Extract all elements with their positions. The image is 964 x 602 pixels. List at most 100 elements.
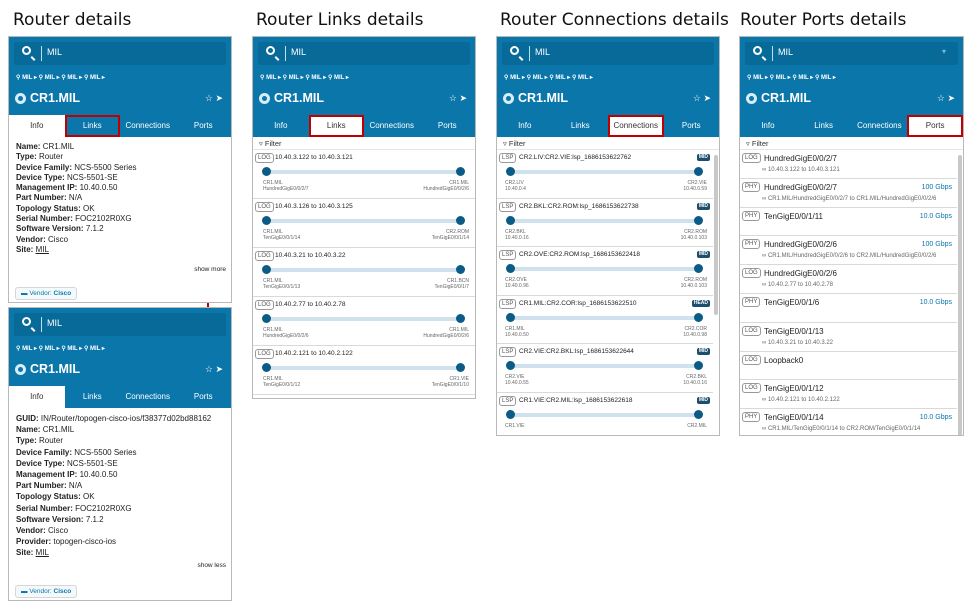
filter-bar[interactable]: ▿ Filter <box>740 137 963 150</box>
connection-card[interactable]: LSP CR2.VIE:CR2.BKL:lsp_1686153622644 MID C… <box>497 344 713 393</box>
scrollbar[interactable] <box>958 155 962 435</box>
breadcrumb[interactable]: ⚲ MIL ▸ ⚲ MIL ▸ ⚲ MIL ▸ ⚲ MIL ▸ <box>747 74 836 81</box>
star-icon[interactable]: ☆ <box>937 93 945 103</box>
locate-icon[interactable]: ➤ <box>215 364 223 374</box>
breadcrumb-item[interactable]: MIL <box>753 75 763 81</box>
tab-links[interactable]: Links <box>796 115 852 137</box>
breadcrumb-item[interactable]: MIL <box>90 346 100 352</box>
site-link[interactable]: MIL <box>36 245 49 254</box>
port-card[interactable]: PHY HundredGigE0/0/2/7 100 Gbps ∞ CR1.MIL/H… <box>740 179 957 208</box>
breadcrumb-item[interactable]: MIL <box>510 75 520 81</box>
tab-ports[interactable]: Ports <box>907 115 963 137</box>
port-card[interactable]: LOG Loopback0 <box>740 352 957 381</box>
tab-connections[interactable]: Connections <box>364 115 420 137</box>
port-card[interactable]: PHY TenGigE0/0/1/14 10.0 Gbps ∞ CR1.MIL/Ten… <box>740 409 957 435</box>
search-bar[interactable]: MIL ▾ <box>745 42 958 65</box>
tab-info[interactable]: Info <box>253 115 309 137</box>
tab-info[interactable]: Info <box>9 115 65 137</box>
breadcrumb-item[interactable]: MIL <box>776 75 786 81</box>
search-input[interactable]: MIL <box>535 47 550 57</box>
link-card[interactable]: LOG 10.40.2.121 to 10.40.2.122 CR1.MIL TenG… <box>253 346 475 395</box>
port-card[interactable]: LOG TenGigE0/0/1/13 ∞ 10.40.3.21 to 10.40.… <box>740 323 957 352</box>
connection-card[interactable]: LSP CR2.LIV:CR2.VIE:lsp_1686153622762 MID C… <box>497 150 713 199</box>
links-list: LOG 10.40.3.122 to 10.40.3.121 CR1.MIL Hund… <box>253 150 475 395</box>
tab-connections[interactable]: Connections <box>852 115 908 137</box>
search-bar[interactable]: MIL <box>502 42 714 65</box>
tab-ports[interactable]: Ports <box>176 115 232 137</box>
tab-links[interactable]: Links <box>308 115 364 137</box>
search-bar[interactable]: MIL <box>14 313 226 336</box>
breadcrumb[interactable]: ⚲ MIL ▸ ⚲ MIL ▸ ⚲ MIL ▸ ⚲ MIL ▸ <box>16 74 105 81</box>
tab-connections[interactable]: Connections <box>120 386 176 408</box>
breadcrumb-item[interactable]: MIL <box>289 75 299 81</box>
breadcrumb-item[interactable]: MIL <box>90 75 100 81</box>
port-card[interactable]: PHY HundredGigE0/0/2/6 100 Gbps ∞ CR1.MIL/H… <box>740 236 957 266</box>
tab-links[interactable]: Links <box>64 115 120 137</box>
tab-links[interactable]: Links <box>553 115 609 137</box>
search-input[interactable]: MIL <box>778 47 793 57</box>
tab-ports[interactable]: Ports <box>664 115 720 137</box>
port-card[interactable]: PHY TenGigE0/0/1/11 10.0 Gbps <box>740 208 957 237</box>
connection-card[interactable]: LSP CR2.BKL:CR2.ROM:lsp_1686153622738 MID C… <box>497 199 713 247</box>
tab-connections[interactable]: Connections <box>608 115 664 137</box>
chevron-down-icon[interactable]: ▾ <box>942 47 946 56</box>
link-card[interactable]: LOG 10.40.2.77 to 10.40.2.78 CR1.MIL Hundre… <box>253 297 475 346</box>
star-icon[interactable]: ☆ <box>693 93 701 103</box>
filter-bar[interactable]: ▿ Filter <box>497 137 719 150</box>
tab-ports[interactable]: Ports <box>420 115 476 137</box>
port-card[interactable]: LOG HundredGigE0/0/2/7 ∞ 10.40.3.122 to 10… <box>740 150 957 179</box>
vendor-chip[interactable]: ▬ Vendor: Cisco <box>15 585 78 598</box>
breadcrumb-item[interactable]: MIL <box>555 75 565 81</box>
port-card[interactable]: PHY TenGigE0/0/1/6 10.0 Gbps <box>740 294 957 323</box>
tab-info[interactable]: Info <box>740 115 796 137</box>
breadcrumb-item[interactable]: MIL <box>67 75 77 81</box>
tab-connections[interactable]: Connections <box>120 115 176 137</box>
connection-card[interactable]: LSP CR2.OVE:CR2.ROM:lsp_1686153622418 MID C… <box>497 247 713 296</box>
scrollbar[interactable] <box>714 155 718 315</box>
breadcrumb-item[interactable]: MIL <box>821 75 831 81</box>
link-card[interactable]: LOG 10.40.3.21 to 10.40.3.22 CR1.MIL TenGig… <box>253 248 475 297</box>
tab-ports[interactable]: Ports <box>176 386 232 408</box>
filter-bar[interactable]: ▿ Filter <box>253 137 475 150</box>
locate-icon[interactable]: ➤ <box>947 93 955 103</box>
port-card[interactable]: LOG HundredGigE0/0/2/6 ∞ 10.40.2.77 to 10.… <box>740 265 957 294</box>
vendor-chip[interactable]: ▬ Vendor: Cisco <box>15 287 78 300</box>
endpoint-dot <box>262 216 271 225</box>
show-less-link[interactable]: show less <box>197 562 226 569</box>
port-card[interactable]: LOG TenGigE0/0/1/12 ∞ 10.40.2.121 to 10.40… <box>740 380 957 410</box>
star-icon[interactable]: ☆ <box>449 93 457 103</box>
link-card[interactable]: LOG 10.40.3.126 to 10.40.3.125 CR1.MIL TenG… <box>253 199 475 248</box>
search-input[interactable]: MIL <box>47 318 62 328</box>
breadcrumb-item[interactable]: MIL <box>45 346 55 352</box>
star-icon[interactable]: ☆ <box>205 364 213 374</box>
breadcrumb-item[interactable]: MIL <box>334 75 344 81</box>
breadcrumb-item[interactable]: MIL <box>798 75 808 81</box>
tab-info[interactable]: Info <box>497 115 553 137</box>
breadcrumb-item[interactable]: MIL <box>22 346 32 352</box>
connection-card[interactable]: LSP CR1.VIE:CR2.MIL:lsp_1686153622618 MID C… <box>497 393 713 436</box>
breadcrumb[interactable]: ⚲ MIL ▸ ⚲ MIL ▸ ⚲ MIL ▸ ⚲ MIL ▸ <box>504 74 593 81</box>
breadcrumb-item[interactable]: MIL <box>22 75 32 81</box>
tab-info[interactable]: Info <box>9 386 65 408</box>
star-icon[interactable]: ☆ <box>205 93 213 103</box>
breadcrumb[interactable]: ⚲ MIL ▸ ⚲ MIL ▸ ⚲ MIL ▸ ⚲ MIL ▸ <box>260 74 349 81</box>
site-link[interactable]: MIL <box>36 548 49 557</box>
search-bar[interactable]: MIL <box>258 42 470 65</box>
breadcrumb-item[interactable]: MIL <box>533 75 543 81</box>
search-input[interactable]: MIL <box>291 47 306 57</box>
breadcrumb-item[interactable]: MIL <box>578 75 588 81</box>
search-bar[interactable]: MIL <box>14 42 226 65</box>
breadcrumb[interactable]: ⚲ MIL ▸ ⚲ MIL ▸ ⚲ MIL ▸ ⚲ MIL ▸ <box>16 345 105 352</box>
breadcrumb-item[interactable]: MIL <box>266 75 276 81</box>
breadcrumb-item[interactable]: MIL <box>45 75 55 81</box>
locate-icon[interactable]: ➤ <box>215 93 223 103</box>
connection-card[interactable]: LSP CR1.MIL:CR2.COR:lsp_1686153622510 HEAD… <box>497 296 713 344</box>
breadcrumb-item[interactable]: MIL <box>67 346 77 352</box>
show-more-link[interactable]: show more <box>194 266 226 273</box>
locate-icon[interactable]: ➤ <box>459 93 467 103</box>
tab-links[interactable]: Links <box>65 386 121 408</box>
link-card[interactable]: LOG 10.40.3.122 to 10.40.3.121 CR1.MIL Hund… <box>253 150 475 199</box>
locate-icon[interactable]: ➤ <box>703 93 711 103</box>
breadcrumb-item[interactable]: MIL <box>311 75 321 81</box>
search-input[interactable]: MIL <box>47 47 62 57</box>
